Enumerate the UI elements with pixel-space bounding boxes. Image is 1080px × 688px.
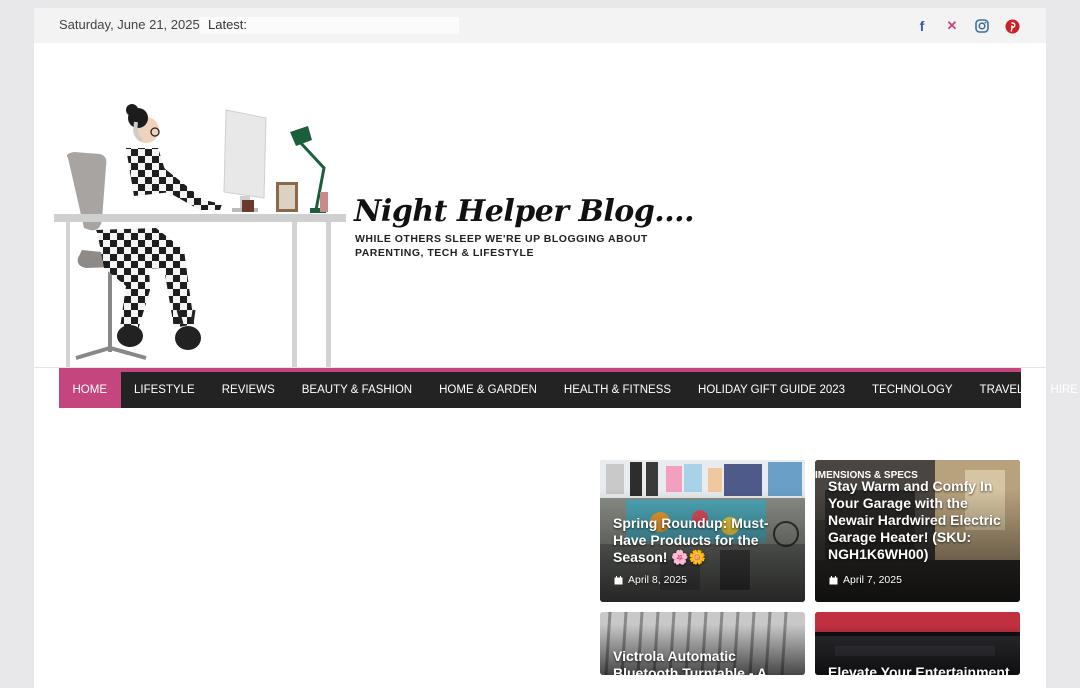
calendar-icon bbox=[614, 575, 623, 584]
nav-item-hire-me-label: HIRE ME bbox=[1050, 384, 1080, 396]
post-title[interactable]: Elevate Your Entertainment bbox=[828, 664, 1010, 675]
post-date-text: April 7, 2025 bbox=[843, 574, 902, 586]
nav-item-technology[interactable]: TECHNOLOGY bbox=[859, 372, 967, 408]
calendar-icon bbox=[829, 575, 838, 584]
nav-item-home[interactable]: HOME bbox=[59, 372, 121, 408]
site-tagline: WHILE OTHERS SLEEP WE'RE UP BLOGGING ABO… bbox=[355, 233, 648, 259]
latest-label: Latest: bbox=[208, 17, 248, 32]
post-card[interactable]: IMENSIONS & SPECS Stay Warm and Comfy In… bbox=[815, 460, 1020, 602]
nav-item-travel[interactable]: TRAVEL bbox=[966, 372, 1037, 408]
nav-item-hire-me[interactable]: HIRE ME bbox=[1037, 372, 1080, 408]
nav-item-health-fitness[interactable]: HEALTH & FITNESS bbox=[550, 372, 684, 408]
nav-item-reviews[interactable]: REVIEWS bbox=[208, 372, 288, 408]
current-date: Saturday, June 21, 2025 bbox=[59, 17, 200, 32]
post-date: April 7, 2025 bbox=[829, 574, 902, 586]
pinterest-icon[interactable] bbox=[1002, 16, 1022, 36]
blog-logo-illustration[interactable] bbox=[54, 100, 354, 368]
post-date-text: April 8, 2025 bbox=[628, 574, 687, 586]
post-title[interactable]: Spring Roundup: Must-Have Products for t… bbox=[613, 515, 795, 566]
main-navigation: HOME LIFESTYLE REVIEWS BEAUTY & FASHION … bbox=[59, 368, 1080, 408]
latest-ticker: Latest: bbox=[200, 17, 459, 34]
post-card[interactable]: Elevate Your Entertainment bbox=[815, 612, 1020, 675]
instagram-icon[interactable] bbox=[972, 16, 992, 36]
post-title[interactable]: Stay Warm and Comfy In Your Garage with … bbox=[828, 478, 1010, 563]
nav-item-lifestyle[interactable]: LIFESTYLE bbox=[121, 372, 209, 408]
nav-item-beauty-fashion[interactable]: BEAUTY & FASHION bbox=[288, 372, 425, 408]
post-title[interactable]: Victrola Automatic Bluetooth Turntable -… bbox=[613, 648, 795, 675]
nav-item-holiday-gift-guide[interactable]: HOLIDAY GIFT GUIDE 2023 bbox=[685, 372, 859, 408]
x-twitter-icon[interactable]: ✕ bbox=[942, 16, 962, 36]
facebook-icon[interactable]: f bbox=[912, 16, 932, 36]
site-title[interactable]: Night Helper Blog.... bbox=[354, 194, 695, 229]
post-date: April 8, 2025 bbox=[614, 574, 687, 586]
post-card[interactable]: Spring Roundup: Must-Have Products for t… bbox=[600, 460, 805, 602]
page-container: Saturday, June 21, 2025 Latest: f ✕ Nigh… bbox=[34, 8, 1080, 688]
post-card[interactable]: Victrola Automatic Bluetooth Turntable -… bbox=[600, 612, 805, 675]
top-bar: Saturday, June 21, 2025 Latest: f ✕ bbox=[34, 8, 1046, 43]
nav-item-home-garden[interactable]: HOME & GARDEN bbox=[426, 372, 551, 408]
